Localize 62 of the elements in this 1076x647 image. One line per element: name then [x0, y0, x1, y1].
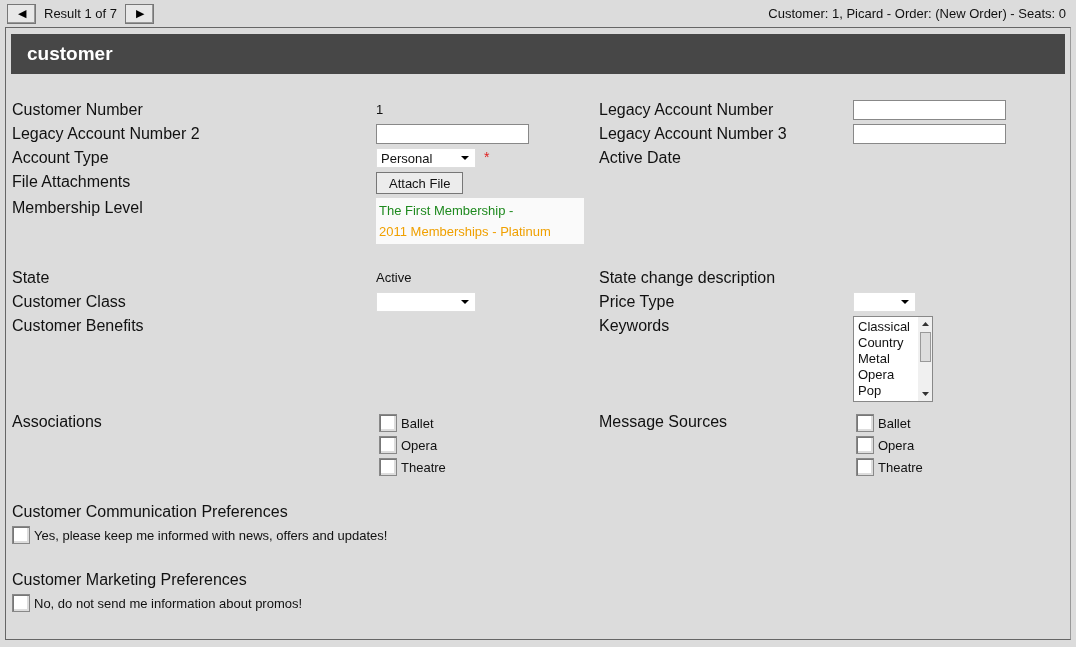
field-label: Price Type [599, 292, 676, 312]
checkbox-label: Opera [878, 437, 915, 453]
field-label: State change description [599, 268, 777, 288]
scrollbar[interactable] [918, 317, 932, 401]
order-status: Customer: 1, Picard - Order: (New Order) - Seats: 0 [768, 6, 1066, 21]
field-label: Legacy Account Number 3 [599, 124, 788, 144]
keywords-listbox[interactable]: Classical Country Metal Opera Pop [853, 316, 933, 402]
field-value: 1 [376, 101, 384, 119]
list-option[interactable]: Classical [858, 319, 918, 335]
dropdown[interactable]: Personal [376, 148, 476, 168]
result-counter: Result 1 of 7 [43, 6, 118, 21]
checkbox[interactable] [856, 414, 874, 432]
checkbox-label: No, do not send me information about promos! [34, 595, 303, 611]
panel-title: customer [27, 43, 113, 65]
membership-text: 2011 Memberships - Platinum [379, 223, 552, 241]
previous-button[interactable]: ◀ [7, 3, 36, 24]
input-field[interactable] [376, 124, 529, 144]
field-value: Active [376, 269, 412, 287]
scroll-thumb[interactable] [919, 332, 931, 362]
field-label: Customer Benefits [12, 316, 145, 336]
list-option[interactable]: Metal [858, 351, 918, 367]
checkbox[interactable] [856, 436, 874, 454]
checkbox-label: Yes, please keep me informed with news, offers and updates! [34, 527, 388, 543]
field-label: Customer Class [12, 292, 127, 312]
checkbox[interactable] [12, 526, 30, 544]
section-label: Customer Communication Preferences [12, 502, 289, 522]
field-label: Account Type [12, 148, 110, 168]
scroll-up-icon [921, 322, 929, 326]
checkbox[interactable] [12, 594, 30, 612]
section-label: Customer Marketing Preferences [12, 570, 248, 590]
checkbox-label: Opera [401, 437, 438, 453]
checkbox-label: Ballet [878, 415, 911, 431]
list-option[interactable]: Pop [858, 383, 918, 399]
field-label: Legacy Account Number 2 [12, 124, 201, 144]
field-label: Message Sources [599, 412, 729, 432]
input-field[interactable] [853, 124, 1006, 144]
required-marker: * [484, 148, 490, 166]
attach-file-button[interactable]: Attach File [376, 172, 464, 194]
scroll-down-icon [921, 392, 929, 396]
field-label: Associations [12, 412, 103, 432]
checkbox[interactable] [379, 414, 397, 432]
field-label: Active Date [599, 148, 682, 168]
input-field[interactable] [853, 100, 1006, 120]
checkbox-label: Theatre [401, 459, 446, 475]
field-label: Membership Level [12, 198, 144, 218]
field-label: File Attachments [12, 172, 132, 192]
caret-icon [461, 300, 469, 304]
caret-icon [901, 300, 909, 304]
field-label: Keywords [599, 316, 671, 336]
field-label: State [12, 268, 51, 288]
list-option[interactable]: Opera [858, 367, 918, 383]
checkbox-label: Theatre [878, 459, 923, 475]
caret-icon [461, 156, 469, 160]
membership-text: The First Membership - [379, 202, 515, 220]
list-option[interactable]: Country [858, 335, 918, 351]
checkbox[interactable] [379, 436, 397, 454]
field-label: Legacy Account Number [599, 100, 775, 120]
field-label: Customer Number [12, 100, 144, 120]
checkbox[interactable] [379, 458, 397, 476]
next-button[interactable]: ▶ [125, 3, 154, 24]
checkbox-label: Ballet [401, 415, 434, 431]
checkbox[interactable] [856, 458, 874, 476]
